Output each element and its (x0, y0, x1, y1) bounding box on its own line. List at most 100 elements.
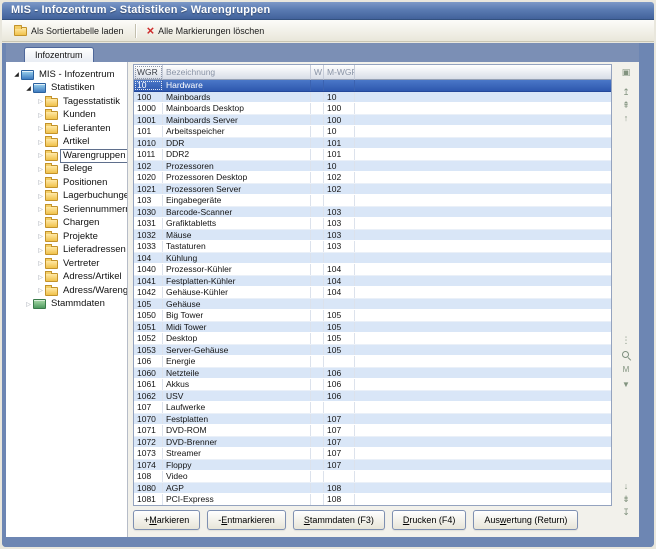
tab-infozentrum[interactable]: Infozentrum (24, 47, 94, 62)
table-row[interactable]: 1021 Prozessoren Server 102 (134, 184, 611, 196)
table-row[interactable]: 1073 Streamer 107 (134, 448, 611, 460)
table-row[interactable]: 1033 Tastaturen 103 (134, 241, 611, 253)
table-row[interactable]: 1031 Grafiktabletts 103 (134, 218, 611, 230)
scroll-bottom-icon[interactable]: ↧ (620, 506, 632, 518)
mark-icon[interactable]: M (620, 364, 632, 376)
table-row[interactable]: 103 Eingabegeräte (134, 195, 611, 207)
tree-item-lieferanten[interactable]: ▷ Lieferanten (6, 122, 127, 136)
table-row[interactable]: 1080 AGP 108 (134, 483, 611, 495)
footer-button-entmarkieren[interactable]: - Entmarkieren (207, 510, 286, 530)
tree-item-vertreter[interactable]: ▷ Vertreter (6, 257, 127, 271)
table-row[interactable]: 1032 Mäuse 103 (134, 230, 611, 242)
tree-item-lieferadressen[interactable]: ▷ Lieferadressen (6, 244, 127, 258)
tree-item-positionen[interactable]: ▷ Positionen (6, 176, 127, 190)
footer-button-markieren[interactable]: + Markieren (133, 510, 200, 530)
collapsed-arrow-icon[interactable]: ▷ (24, 301, 33, 308)
column-header-bezeichnung[interactable]: Bezeichnung (163, 65, 311, 80)
cell-w (311, 494, 324, 505)
clear-marks-button[interactable]: × Alle Markierungen löschen (141, 24, 271, 38)
tree-item-artikel[interactable]: ▷ Artikel (6, 136, 127, 150)
tree-item-stammdaten[interactable]: ▷ Stammdaten (6, 298, 127, 312)
table-row[interactable]: 1060 Netzteile 106 (134, 368, 611, 380)
collapsed-arrow-icon[interactable]: ▷ (36, 287, 45, 294)
table-row[interactable]: 1020 Prozessoren Desktop 102 (134, 172, 611, 184)
table-row[interactable]: 104 Kühlung (134, 253, 611, 265)
tree-item-statistiken[interactable]: ◢ Statistiken (6, 82, 127, 96)
table-row[interactable]: 1061 Akkus 106 (134, 379, 611, 391)
table-row[interactable]: 1050 Big Tower 105 (134, 310, 611, 322)
page-down-icon[interactable]: ⇟ (620, 493, 632, 505)
grip-icon[interactable]: ⋮ (620, 334, 632, 346)
tree-item-belege[interactable]: ▷ Belege (6, 163, 127, 177)
column-header-wgr[interactable]: WGR ▼ (134, 65, 163, 80)
table-row[interactable]: 101 Arbeitsspeicher 10 (134, 126, 611, 138)
collapsed-arrow-icon[interactable]: ▷ (36, 206, 45, 213)
tree-item-warengruppen[interactable]: ▷ Warengruppen (6, 149, 127, 163)
search-icon[interactable] (620, 349, 632, 361)
scroll-top-icon[interactable]: ↥ (620, 86, 632, 98)
collapsed-arrow-icon[interactable]: ▷ (36, 125, 45, 132)
collapsed-arrow-icon[interactable]: ▷ (36, 233, 45, 240)
table-row[interactable]: 1062 USV 106 (134, 391, 611, 403)
table-row[interactable]: 1042 Gehäuse-Kühler 104 (134, 287, 611, 299)
table-row[interactable]: 1051 Midi Tower 105 (134, 322, 611, 334)
tree-item-adress-warengruppen[interactable]: ▷ Adress/Warengruppen (6, 284, 127, 298)
collapsed-arrow-icon[interactable]: ▷ (36, 152, 45, 159)
table-row[interactable]: 1010 DDR 101 (134, 138, 611, 150)
table-row[interactable]: 1072 DVD-Brenner 107 (134, 437, 611, 449)
table-row[interactable]: 100 Mainboards 10 (134, 92, 611, 104)
cell-filler (355, 322, 611, 333)
expanded-arrow-icon[interactable]: ◢ (24, 85, 33, 92)
tree-item-kunden[interactable]: ▷ Kunden (6, 109, 127, 123)
table-row[interactable]: 1053 Server-Gehäuse 105 (134, 345, 611, 357)
tree-item-tagesstatistik[interactable]: ▷ Tagesstatistik (6, 95, 127, 109)
tree-item-lagerbuchungen[interactable]: ▷ Lagerbuchungen (6, 190, 127, 204)
table-row[interactable]: 1011 DDR2 101 (134, 149, 611, 161)
tree-item-projekte[interactable]: ▷ Projekte (6, 230, 127, 244)
collapsed-arrow-icon[interactable]: ▷ (36, 247, 45, 254)
load-sort-table-button[interactable]: Als Sortiertabelle laden (8, 23, 130, 38)
collapsed-arrow-icon[interactable]: ▷ (36, 112, 45, 119)
tree-item-chargen[interactable]: ▷ Chargen (6, 217, 127, 231)
tree-item-mis-infozentrum[interactable]: ◢ MIS - Infozentrum (6, 68, 127, 82)
expanded-arrow-icon[interactable]: ◢ (12, 71, 21, 78)
collapsed-arrow-icon[interactable]: ▷ (36, 139, 45, 146)
table-row[interactable]: 1030 Barcode-Scanner 103 (134, 207, 611, 219)
table-row[interactable]: 107 Laufwerke (134, 402, 611, 414)
table-row[interactable]: 106 Energie (134, 356, 611, 368)
table-row[interactable]: 1001 Mainboards Server 100 (134, 115, 611, 127)
line-down-icon[interactable]: ↓ (620, 480, 632, 492)
table-row[interactable]: 1070 Festplatten 107 (134, 414, 611, 426)
table-row[interactable]: 1041 Festplatten-Kühler 104 (134, 276, 611, 288)
line-up-icon[interactable]: ↑ (620, 112, 632, 124)
page-up-icon[interactable]: ⇞ (620, 99, 632, 111)
tree-item-adress-artikel[interactable]: ▷ Adress/Artikel (6, 271, 127, 285)
table-scroll-rail: ▣ ↥⇞↑ ⋮ M ▼ ↓⇟↧ (614, 62, 638, 537)
table-row[interactable]: 1081 PCI-Express 108 (134, 494, 611, 505)
collapsed-arrow-icon[interactable]: ▷ (36, 179, 45, 186)
footer-button-auswertung-return[interactable]: Auswertung (Return) (473, 510, 578, 530)
table-row[interactable]: 1074 Floppy 107 (134, 460, 611, 472)
footer-button-drucken-f4[interactable]: Drucken (F4) (392, 510, 467, 530)
table-row[interactable]: 1000 Mainboards Desktop 100 (134, 103, 611, 115)
column-options-icon[interactable]: ▣ (620, 66, 632, 78)
table-row[interactable]: 10 Hardware (134, 80, 611, 92)
collapsed-arrow-icon[interactable]: ▷ (36, 98, 45, 105)
collapsed-arrow-icon[interactable]: ▷ (36, 274, 45, 281)
collapsed-arrow-icon[interactable]: ▷ (36, 193, 45, 200)
table-row[interactable]: 1052 Desktop 105 (134, 333, 611, 345)
footer-button-stammdaten-f3[interactable]: Stammdaten (F3) (293, 510, 385, 530)
table-row[interactable]: 108 Video (134, 471, 611, 483)
table-row[interactable]: 102 Prozessoren 10 (134, 161, 611, 173)
column-header-mwgr[interactable]: M-WGR (324, 65, 355, 80)
collapsed-arrow-icon[interactable]: ▷ (36, 260, 45, 267)
tree-item-seriennummern[interactable]: ▷ Seriennummern (6, 203, 127, 217)
collapsed-arrow-icon[interactable]: ▷ (36, 220, 45, 227)
table-row[interactable]: 105 Gehäuse (134, 299, 611, 311)
collapsed-arrow-icon[interactable]: ▷ (36, 166, 45, 173)
cell-bezeichnung: Eingabegeräte (163, 195, 311, 206)
table-row[interactable]: 1071 DVD-ROM 107 (134, 425, 611, 437)
table-row[interactable]: 1040 Prozessor-Kühler 104 (134, 264, 611, 276)
column-header-w[interactable]: W (311, 65, 324, 80)
filter-icon[interactable]: ▼ (620, 379, 632, 391)
